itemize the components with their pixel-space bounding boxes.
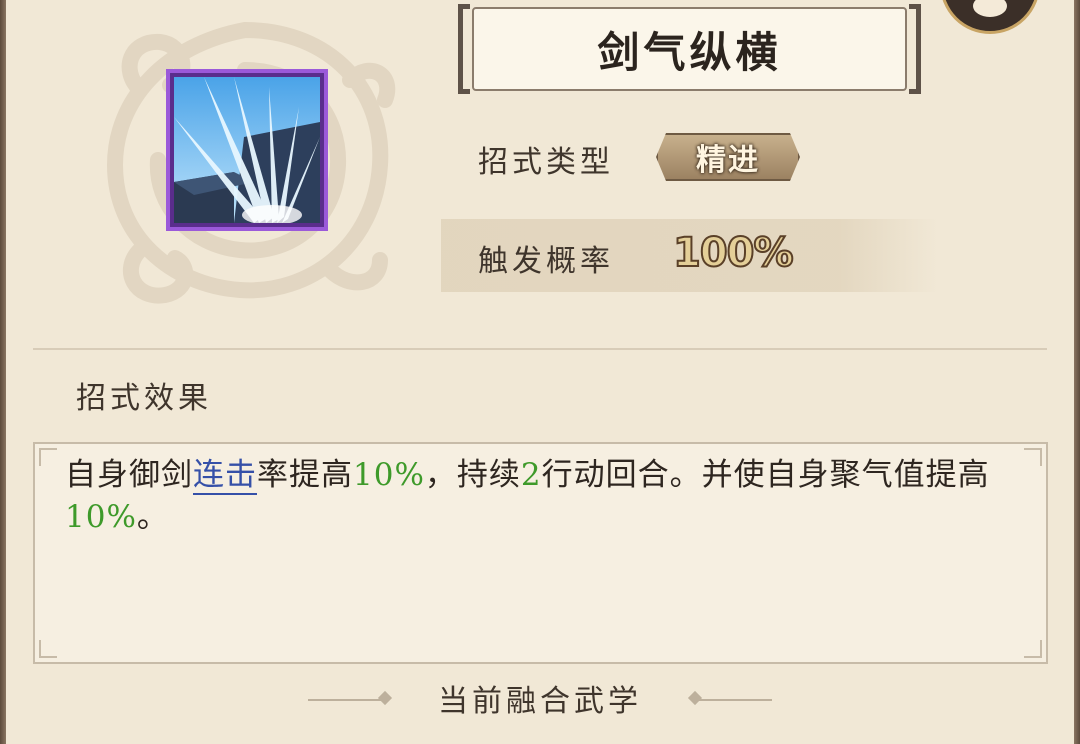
frame-edge-right xyxy=(1074,0,1080,744)
effect-value-2: 2 xyxy=(520,457,542,493)
frame-edge-left xyxy=(0,0,6,744)
skill-title-plate: 剑气纵横 xyxy=(458,4,921,94)
type-badge: 精进 xyxy=(656,133,800,181)
corner-deco xyxy=(39,448,57,466)
corner-deco xyxy=(39,640,57,658)
sword-burst-icon xyxy=(174,77,320,223)
footer-title: 当前融合武学 xyxy=(438,684,642,719)
effect-text-4: 行动回合。并使自身聚气值提高 xyxy=(541,457,990,493)
combo-keyword-link[interactable]: 连击 xyxy=(193,457,257,495)
effect-text-5: 。 xyxy=(136,499,169,535)
effect-text-3: ，持续 xyxy=(424,457,521,493)
effect-description: 自身御剑连击率提高10%，持续2行动回合。并使自身聚气值提高10%。 xyxy=(65,454,1016,538)
effect-value-1: 10% xyxy=(353,457,425,493)
type-label: 招式类型 xyxy=(478,145,614,180)
effect-text-1: 自身御剑 xyxy=(65,457,193,493)
corner-deco xyxy=(1024,640,1042,658)
skill-icon-frame[interactable] xyxy=(166,69,328,231)
effect-text-2: 率提高 xyxy=(257,457,353,493)
corner-deco xyxy=(1024,448,1042,466)
chat-bubble-icon xyxy=(973,0,1007,17)
title-plate-inner: 剑气纵横 xyxy=(472,7,907,91)
rate-label: 触发概率 xyxy=(478,244,614,279)
effect-value-3: 10% xyxy=(65,499,137,535)
type-value: 精进 xyxy=(696,143,760,178)
title-bracket-left xyxy=(458,4,470,94)
effect-box: 自身御剑连击率提高10%，持续2行动回合。并使自身聚气值提高10%。 xyxy=(33,442,1048,664)
skill-name: 剑气纵横 xyxy=(597,27,782,77)
section-divider xyxy=(33,348,1047,350)
effect-section-label: 招式效果 xyxy=(76,381,212,416)
chat-button[interactable] xyxy=(940,0,1040,34)
rate-value: 100% xyxy=(672,229,795,277)
title-bracket-right xyxy=(909,4,921,94)
